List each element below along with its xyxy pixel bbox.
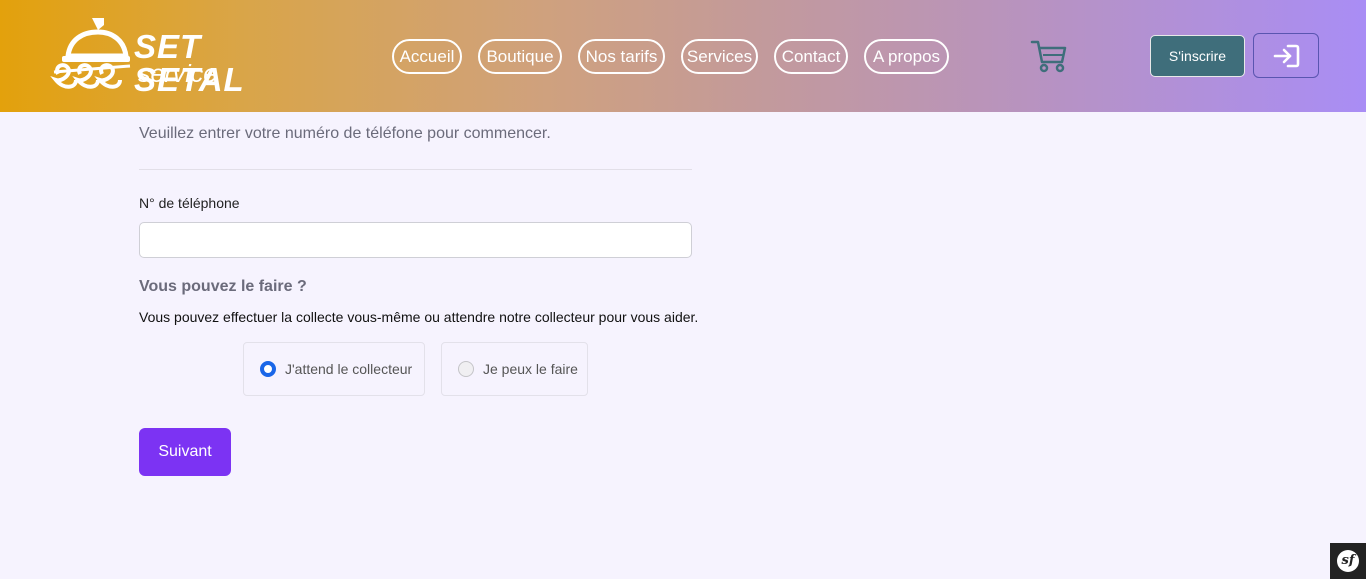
brand-logo[interactable]: SET SETAL service	[50, 16, 300, 96]
navbar: SET SETAL service Accueil Boutique Nos t…	[0, 0, 1366, 112]
brand-subtitle: service	[138, 60, 218, 88]
nav-link-a-propos[interactable]: A propos	[864, 39, 949, 74]
radio-selected-icon[interactable]	[260, 361, 276, 377]
divider	[139, 169, 692, 170]
phone-input[interactable]	[139, 222, 692, 258]
intro-text: Veuillez entrer votre numéro de téléfone…	[139, 125, 551, 142]
shopping-cart-icon[interactable]	[1030, 38, 1068, 74]
login-arrow-icon	[1273, 44, 1300, 67]
nav-link-accueil[interactable]: Accueil	[392, 39, 462, 74]
symfony-icon: sf	[1337, 550, 1359, 572]
nav-link-contact[interactable]: Contact	[774, 39, 848, 74]
signup-button[interactable]: S'inscrire	[1150, 35, 1245, 77]
question-explanation: Vous pouvez effectuer la collecte vous-m…	[139, 309, 699, 325]
login-button[interactable]	[1253, 33, 1319, 78]
nav-link-boutique[interactable]: Boutique	[478, 39, 562, 74]
nav-link-services[interactable]: Services	[681, 39, 758, 74]
question-heading: Vous pouvez le faire ?	[139, 278, 307, 295]
nav-link-nos-tarifs[interactable]: Nos tarifs	[578, 39, 665, 74]
option-wait-collector[interactable]: J'attend le collecteur	[243, 342, 425, 396]
radio-unselected-icon[interactable]	[458, 361, 474, 377]
option-label: Je peux le faire	[483, 361, 578, 377]
cleaning-bell-icon	[50, 18, 131, 89]
symfony-debug-toolbar-toggle[interactable]: sf	[1330, 543, 1366, 579]
next-button[interactable]: Suivant	[139, 428, 231, 476]
option-do-it-myself[interactable]: Je peux le faire	[441, 342, 588, 396]
phone-label: N° de téléphone	[139, 195, 240, 211]
option-label: J'attend le collecteur	[285, 361, 413, 377]
